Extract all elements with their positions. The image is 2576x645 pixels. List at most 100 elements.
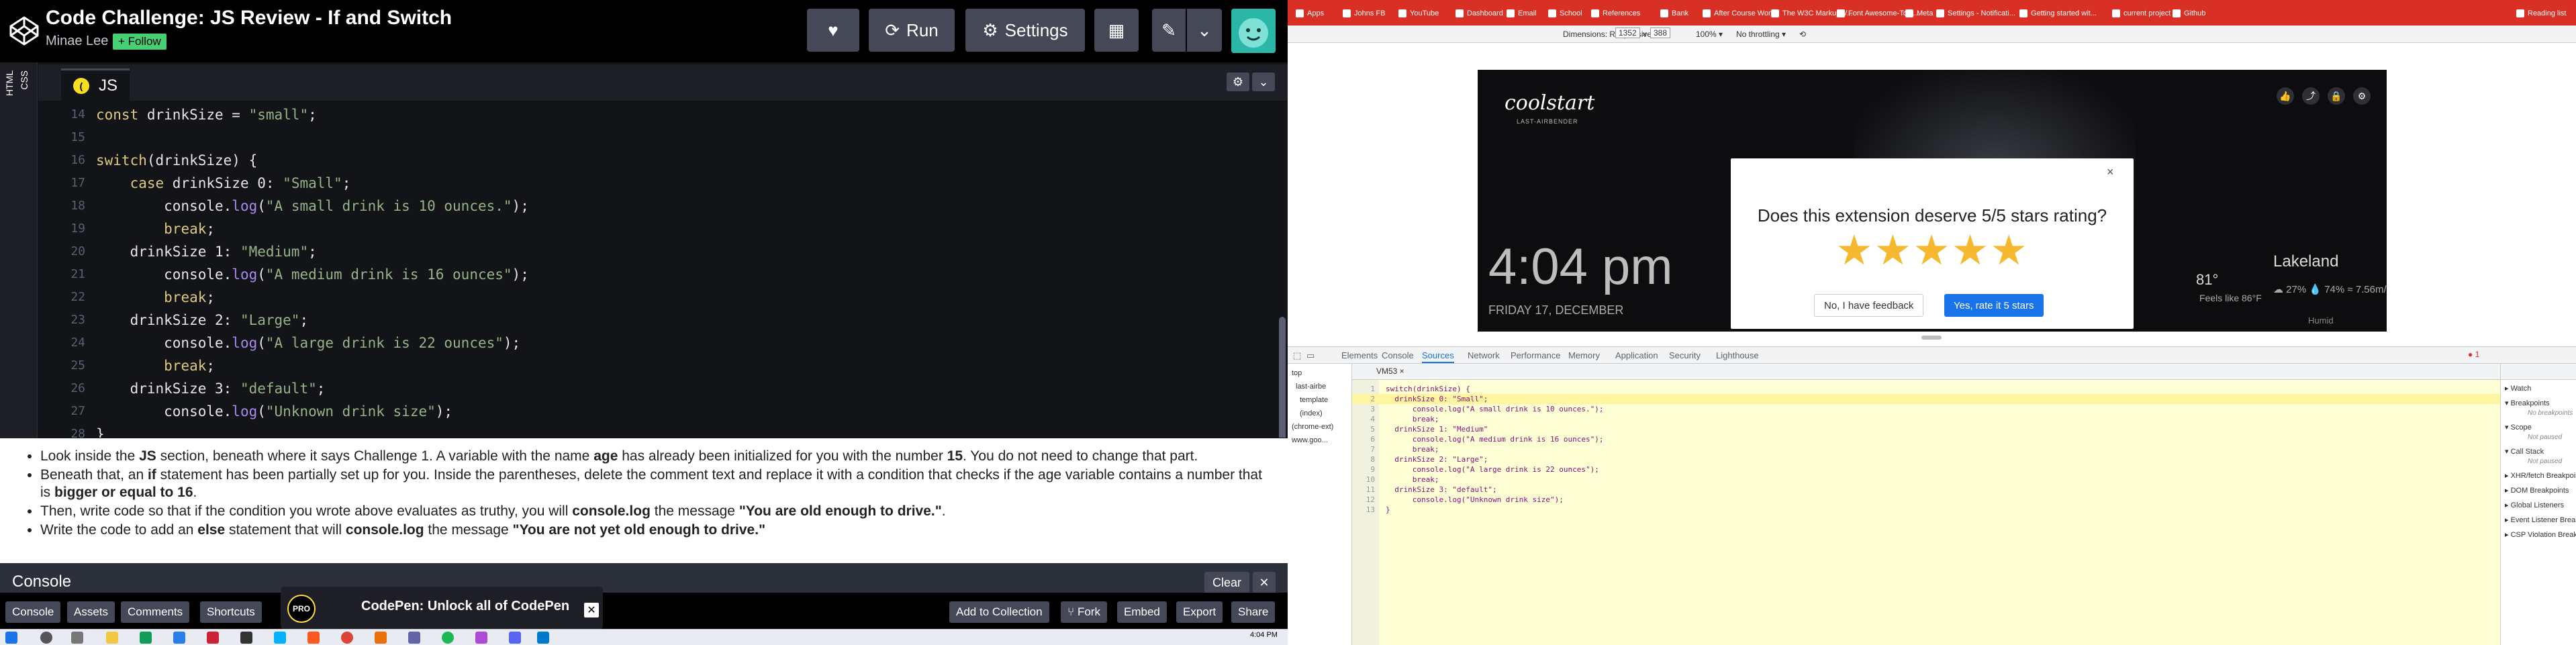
html-collapsed-tab[interactable]: HTML [4,70,15,96]
tree-item[interactable]: (chrome-ext) [1292,423,1333,431]
source-editor[interactable]: 1 switch(drinkSize) {2 drinkSize 0: "Smal… [1352,380,2500,645]
promo-close-button[interactable]: ✕ [584,603,599,617]
debugger-section[interactable]: ▾ Scope [2505,423,2532,432]
bookmark-item[interactable]: Dashboard [1456,7,1503,20]
editor-settings-button[interactable]: ⚙ [1227,72,1249,91]
debugger-section[interactable]: ▸ XHR/fetch Breakpoints [2505,471,2576,480]
code-line[interactable]: 16 switch(drinkSize) { [38,149,1288,172]
tab-js[interactable]: ( JS [61,68,130,101]
source-line[interactable]: 12 console.log("Unknown drink size"); [1352,495,2500,505]
bookmark-item[interactable]: Getting started wit... [2019,7,2097,20]
tree-item[interactable]: www.goo... [1292,436,1328,444]
teams-icon[interactable] [408,632,420,644]
devtools-tab-lighthouse[interactable]: Lighthouse [1716,350,1759,360]
bookmark-item[interactable]: Email [1507,7,1537,20]
task-view-icon[interactable] [71,632,83,644]
inspect-icon[interactable]: ⬚ [1293,350,1301,361]
code-line[interactable]: 15 [38,126,1288,149]
source-line[interactable]: 10 break; [1352,475,2500,485]
fork-button[interactable]: ⑂ Fork [1061,601,1107,623]
code-line[interactable]: 18 console.log("A small drink is 10 ounc… [38,195,1288,217]
footer-assets-button[interactable]: Assets [67,601,115,623]
device-toggle-icon[interactable]: ▭ [1306,350,1315,361]
bookmark-item[interactable]: current project [2112,7,2170,20]
code-line[interactable]: 28} [38,423,1288,438]
source-line[interactable]: 5 drinkSize 1: "Medium" [1352,424,2500,434]
code-line[interactable]: 23 drinkSize 2: "Large"; [38,309,1288,332]
file-tab[interactable]: VM53 × [1376,366,1404,376]
bookmark-item[interactable]: School [1548,7,1582,20]
pin-dropdown-button[interactable]: ⌄ [1187,9,1222,52]
source-line[interactable]: 7 break; [1352,444,2500,454]
source-line[interactable]: 13} [1352,505,2500,515]
codepen-logo-icon[interactable] [8,15,40,47]
heart-button[interactable]: ♥ [807,9,859,52]
bookmark-item[interactable]: Meta [1905,7,1933,20]
mail-icon[interactable] [173,632,185,644]
discord-icon[interactable] [509,632,521,644]
debugger-section[interactable]: ▸ Event Listener Breakpoints [2505,515,2576,524]
star-rating[interactable]: ★★★★★ [1731,226,2134,275]
follow-button[interactable]: + Follow [113,34,166,50]
code-line[interactable]: 22 break; [38,286,1288,309]
devtools-tab-security[interactable]: Security [1669,350,1701,360]
chrome-icon[interactable] [341,632,353,644]
bookmark-item[interactable]: Settings - Notificati... [1936,7,2015,20]
code-line[interactable]: 27 console.log("Unknown drink size"); [38,400,1288,423]
taskbar-clock[interactable]: 4:04 PM [1250,631,1278,639]
app-icon[interactable] [475,632,487,644]
source-line[interactable]: 3 console.log("A small drink is 10 ounce… [1352,404,2500,414]
modal-close-button[interactable]: × [2107,165,2114,179]
bookmark-item[interactable]: References [1591,7,1640,20]
pin-button[interactable]: ✎ [1152,9,1186,52]
bookmark-item[interactable]: Apps [1296,7,1324,20]
file-explorer-icon[interactable] [106,632,118,644]
devtools-tab-memory[interactable]: Memory [1568,350,1600,360]
debugger-section[interactable]: ▸ CSP Violation Breakpoints [2505,530,2576,539]
devtools-tab-application[interactable]: Application [1615,350,1658,360]
tree-item[interactable]: (index) [1300,409,1323,417]
app-icon[interactable] [274,632,286,644]
code-line[interactable]: 21 console.log("A medium drink is 16 oun… [38,263,1288,286]
footer-shortcuts-button[interactable]: Shortcuts [200,601,262,623]
console-close-button[interactable]: ✕ [1253,572,1276,593]
console-clear-button[interactable]: Clear [1204,572,1250,593]
code-editor[interactable]: 14 const drinkSize = "small"; 15 16 switch(d… [38,102,1288,438]
source-line[interactable]: 9 console.log("A large drink is 22 ounce… [1352,464,2500,475]
debugger-section[interactable]: ▸ Global Listeners [2505,501,2564,509]
avatar[interactable] [1231,9,1276,53]
viewport-height-input[interactable]: 388 [1650,28,1671,38]
spotify-icon[interactable] [442,632,454,644]
edge-browser-icon[interactable] [140,632,152,644]
bookmark-item[interactable]: Reading list [2516,7,2566,20]
run-button[interactable]: ⟳ Run [869,9,955,52]
windows-start-icon[interactable] [5,632,17,644]
tree-item[interactable]: last-airbe [1296,383,1326,391]
code-line[interactable]: 19 break; [38,217,1288,240]
vscode-icon[interactable] [537,632,549,644]
devtools-tab-sources[interactable]: Sources [1422,350,1454,363]
source-line[interactable]: 8 drinkSize 2: "Large"; [1352,454,2500,464]
debugger-section[interactable]: ▾ Breakpoints [2505,399,2550,407]
app-icon[interactable] [307,632,320,644]
embed-button[interactable]: Embed [1117,601,1167,623]
viewport-width-input[interactable]: 1352 [1615,28,1640,38]
source-line[interactable]: 4 break; [1352,414,2500,424]
css-collapsed-tab[interactable]: CSS [19,70,30,90]
rotate-icon[interactable]: ⟲ [1799,30,1806,39]
export-button[interactable]: Export [1176,601,1223,623]
bookmark-item[interactable]: Johns FB [1343,7,1385,20]
share-button[interactable]: Share [1231,601,1276,623]
viewport-resize-handle[interactable] [1921,336,1942,340]
share-icon[interactable]: ⤴ [2302,87,2320,105]
bookmark-item[interactable]: YouTube [1398,7,1439,20]
error-count-badge[interactable]: ● 1 [2468,350,2479,359]
footer-console-button[interactable]: Console [5,601,61,623]
gear-icon[interactable]: ⚙ [2353,87,2371,105]
source-line[interactable]: 2 drinkSize 0: "Small"; [1352,394,2500,404]
footer-comments-button[interactable]: Comments [121,601,190,623]
source-line[interactable]: 1 switch(drinkSize) { [1352,384,2500,394]
devtools-tab-performance[interactable]: Performance [1511,350,1560,360]
bookmark-item[interactable]: Bank [1660,7,1688,20]
rate-button[interactable]: Yes, rate it 5 stars [1944,294,2044,317]
